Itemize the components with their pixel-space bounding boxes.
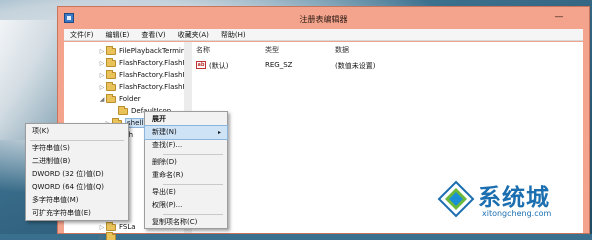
menu-view[interactable]: 查看(V) xyxy=(135,29,171,41)
menu-item-permissions[interactable]: 权限(P)... xyxy=(145,199,227,212)
tree-item[interactable]: ▷ xyxy=(98,231,119,240)
string-value-icon: ab xyxy=(196,61,206,69)
folder-icon xyxy=(106,81,116,91)
menu-favorites[interactable]: 收藏夹(A) xyxy=(172,29,215,41)
folder-icon xyxy=(106,45,116,55)
tree-item-label: FSLa xyxy=(119,223,136,231)
menu-separator xyxy=(163,214,223,215)
tree-item[interactable]: ▷ FlashFactory.FlashFa xyxy=(98,57,190,69)
folder-icon xyxy=(106,231,116,240)
expand-arrow-icon[interactable]: ▷ xyxy=(98,224,106,231)
expand-arrow-icon[interactable]: ▷ xyxy=(98,60,106,67)
menu-item-new-label: 新建(N) xyxy=(152,128,177,136)
menu-item-delete[interactable]: 删除(D) xyxy=(145,156,227,169)
tree-item-label: FilePlaybackTerminal xyxy=(119,47,192,55)
tree-item-label: FlashFactory.FlashFa xyxy=(119,83,191,91)
watermark-url: xitongcheng.com xyxy=(482,209,552,218)
expand-arrow-icon[interactable]: ▷ xyxy=(98,48,106,55)
expand-arrow-icon[interactable]: ▷ xyxy=(98,234,106,240)
column-header-type[interactable]: 类型 xyxy=(265,45,279,55)
collapse-arrow-icon[interactable]: ◢ xyxy=(98,96,106,103)
tree-item[interactable]: ▷ FilePlaybackTerminal xyxy=(98,45,192,57)
value-name: (默认) xyxy=(209,62,229,70)
tree-item[interactable]: ▷ FlashFactory.FlashFa xyxy=(98,69,190,81)
menu-item-rename[interactable]: 重命名(R) xyxy=(145,169,227,182)
tree-item-folder[interactable]: ◢ Folder xyxy=(98,93,141,105)
new-string-value-item[interactable]: 字符串值(S) xyxy=(26,142,128,155)
menu-separator xyxy=(163,184,223,185)
menu-edit[interactable]: 编辑(E) xyxy=(100,29,136,41)
folder-icon xyxy=(118,105,128,115)
tree-item-label: FlashFactory.FlashFa xyxy=(119,59,191,67)
menu-item-expand[interactable]: 展开 xyxy=(145,113,227,126)
menu-help[interactable]: 帮助(H) xyxy=(215,29,252,41)
minimize-button[interactable]: — xyxy=(551,11,567,23)
new-key-item[interactable]: 项(K) xyxy=(26,125,128,138)
folder-icon xyxy=(106,93,116,103)
new-expandable-string-value-item[interactable]: 可扩充字符串值(E) xyxy=(26,207,128,220)
new-qword-value-item[interactable]: QWORD (64 位)值(Q) xyxy=(26,181,128,194)
xitongcheng-logo-icon xyxy=(437,180,475,218)
submenu-arrow-icon: ▸ xyxy=(217,129,221,136)
folder-icon xyxy=(106,57,116,67)
menu-file[interactable]: 文件(F) xyxy=(64,29,100,41)
tree-item[interactable]: ▷ FlashFactory.FlashFa xyxy=(98,81,190,93)
menu-separator xyxy=(30,140,124,141)
new-submenu: 项(K) 字符串值(S) 二进制值(B) DWORD (32 位)值(D) QW… xyxy=(25,123,129,221)
menu-item-find[interactable]: 查找(F)... xyxy=(145,139,227,152)
window-title: 注册表编辑器 xyxy=(299,15,348,24)
menu-item-new[interactable]: 新建(N) ▸ xyxy=(144,125,228,140)
expand-arrow-icon[interactable]: ▷ xyxy=(98,72,106,79)
menu-item-export[interactable]: 导出(E) xyxy=(145,186,227,199)
menu-separator xyxy=(163,154,223,155)
new-dword-value-item[interactable]: DWORD (32 位)值(D) xyxy=(26,168,128,181)
folder-icon xyxy=(106,221,116,231)
watermark-brand: 系统城 xyxy=(478,185,550,211)
folder-icon xyxy=(106,69,116,79)
context-menu: 展开 新建(N) ▸ 查找(F)... 删除(D) 重命名(R) 导出(E) 权… xyxy=(144,111,228,229)
value-row-default[interactable]: ab (默认) REG_SZ (数值未设置) xyxy=(192,59,583,71)
tree-item-label: Folder xyxy=(119,95,141,103)
menu-bar: 文件(F) 编辑(E) 查看(V) 收藏夹(A) 帮助(H) xyxy=(64,29,583,41)
column-header-name[interactable]: 名称 xyxy=(196,45,210,55)
title-bar[interactable]: 注册表编辑器 — xyxy=(58,7,589,29)
value-data: (数值未设置) xyxy=(335,62,376,70)
new-binary-value-item[interactable]: 二进制值(B) xyxy=(26,155,128,168)
new-multi-string-value-item[interactable]: 多字符串值(M) xyxy=(26,194,128,207)
tree-item-label: FlashFactory.FlashFa xyxy=(119,71,191,79)
menu-item-copy-key-name[interactable]: 复制项名称(C) xyxy=(145,216,227,229)
expand-arrow-icon[interactable]: ▷ xyxy=(98,84,106,91)
value-type: REG_SZ xyxy=(265,61,293,69)
column-header-data[interactable]: 数据 xyxy=(335,45,349,55)
